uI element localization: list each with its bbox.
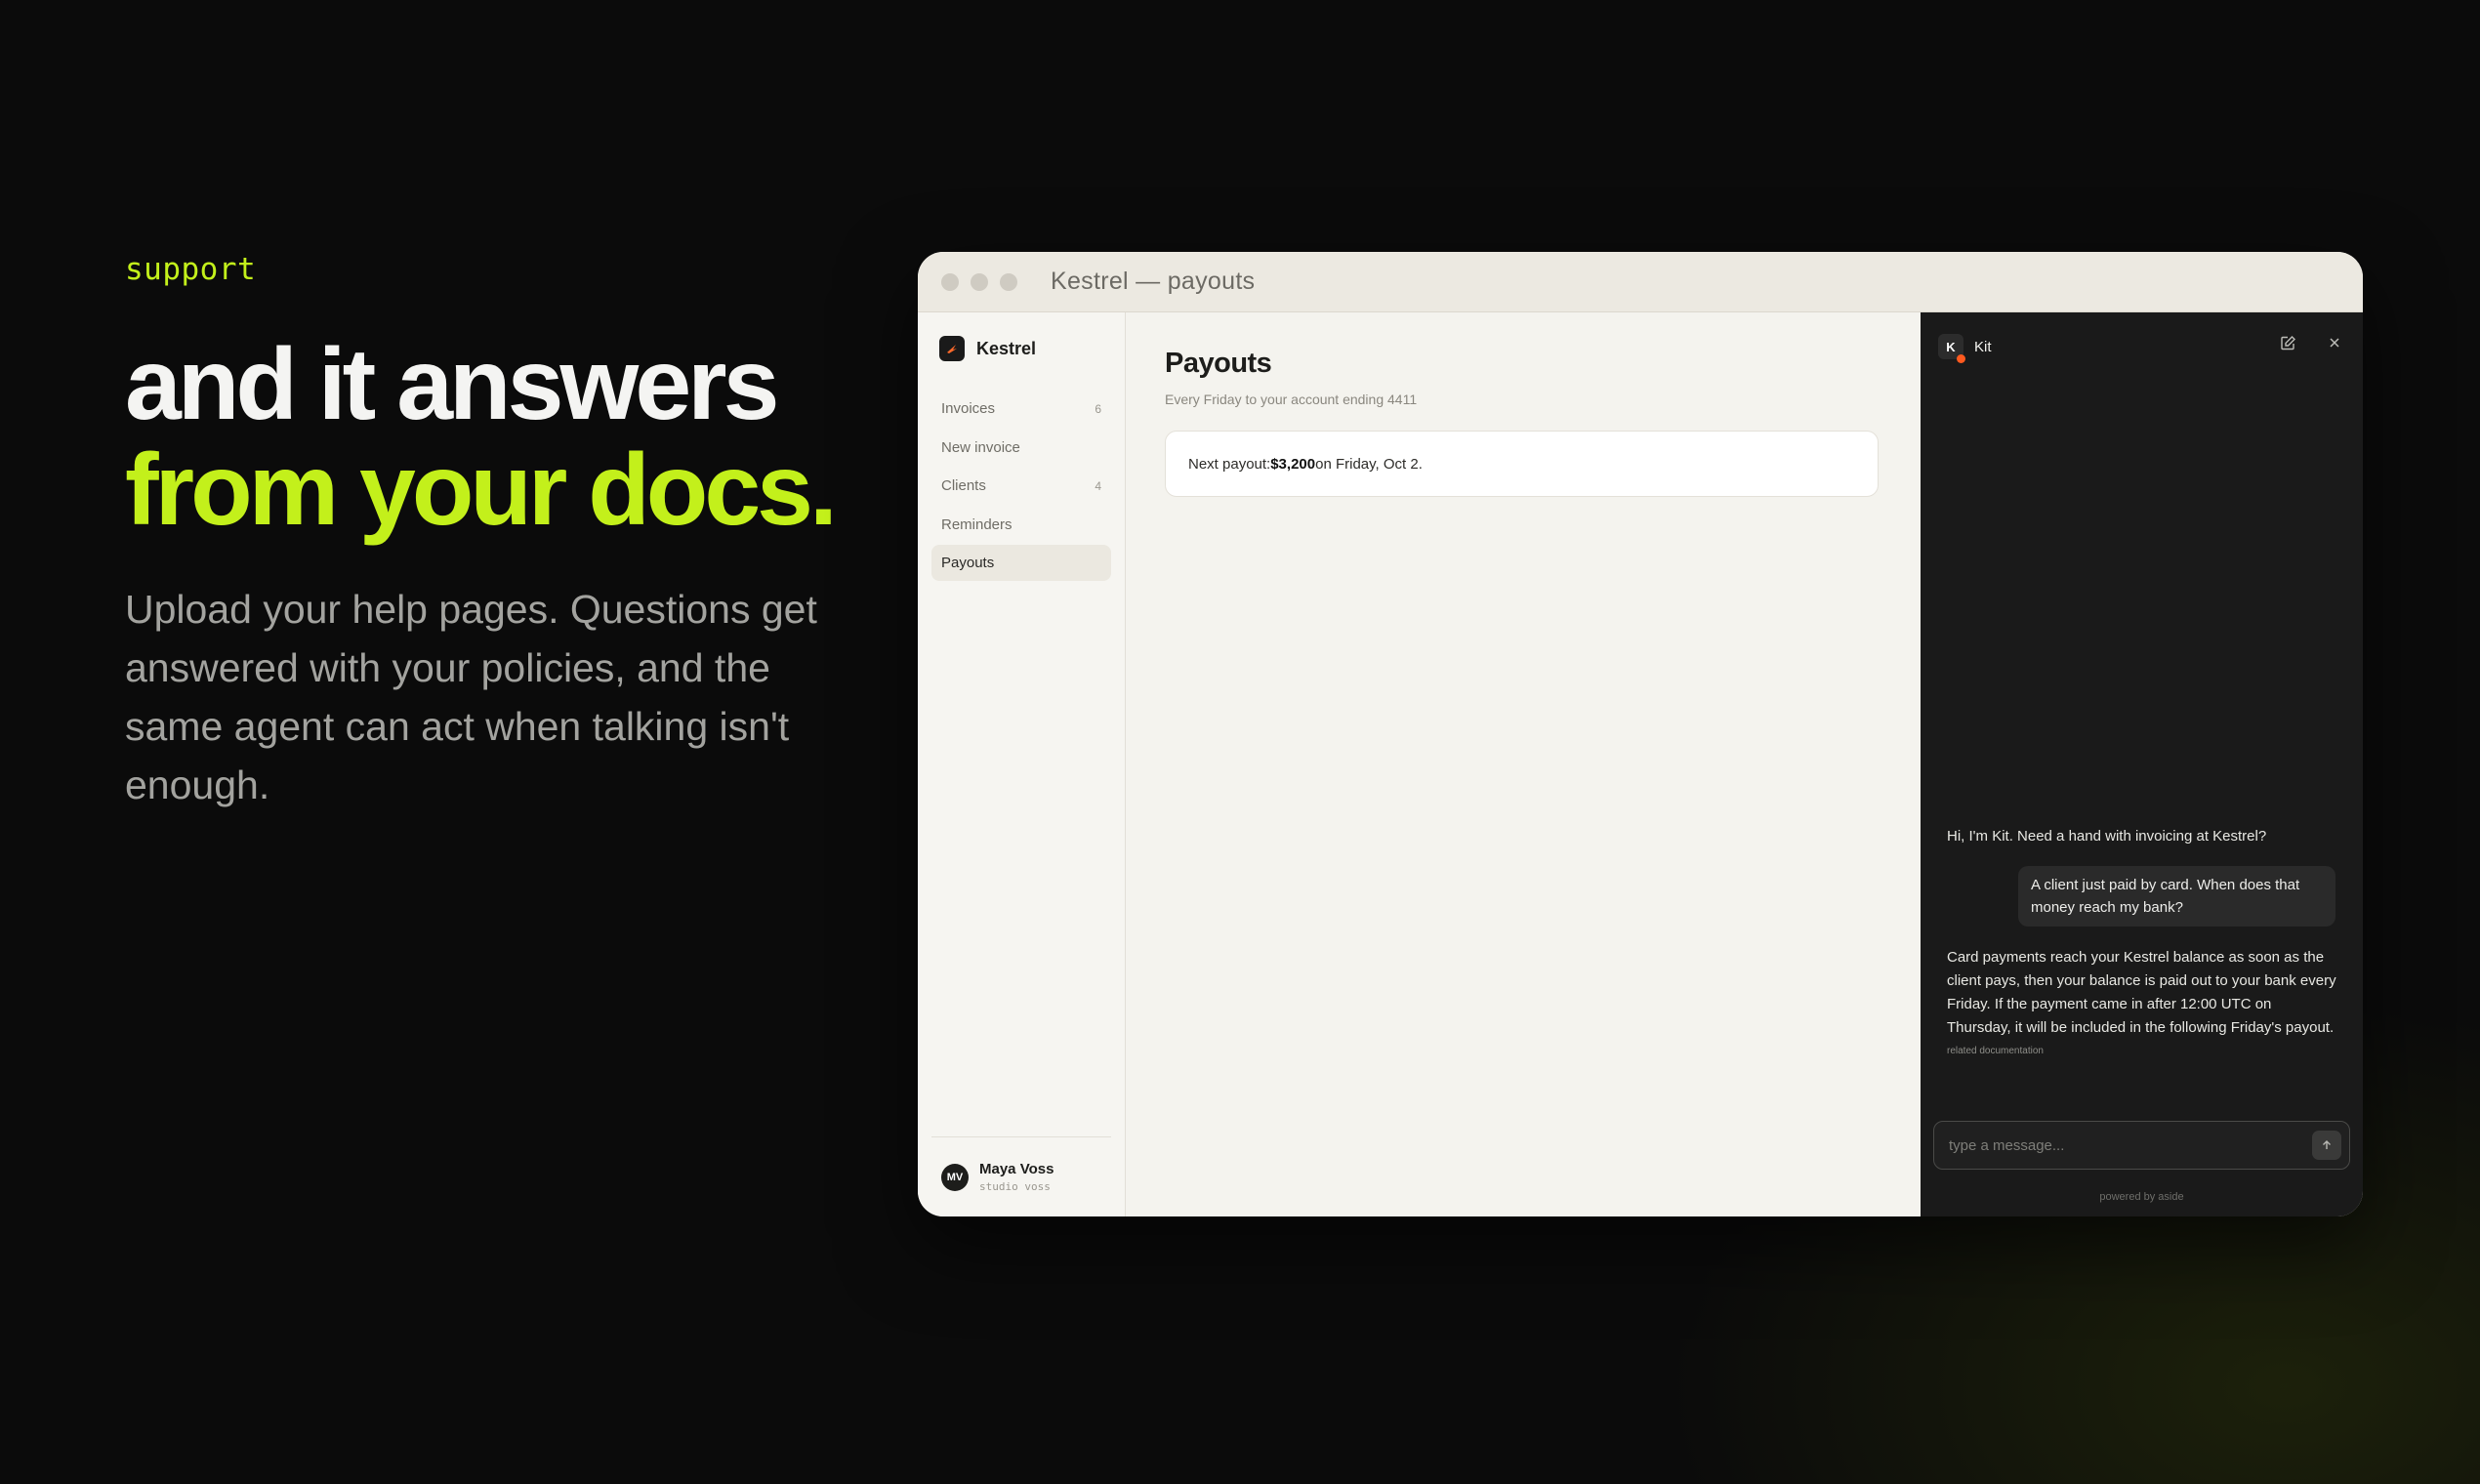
main-content: Payouts Every Friday to your account end… — [1126, 312, 1921, 1216]
assistant-message: Hi, I'm Kit. Need a hand with invoicing … — [1947, 828, 2267, 845]
message-composer — [1933, 1121, 2350, 1170]
app-window: Kestrel — payouts Kestrel Invoices 6 New — [918, 252, 2363, 1216]
agent-avatar: K — [1938, 334, 1965, 363]
page-title: Payouts — [1165, 348, 1272, 379]
window-title: Kestrel — payouts — [1051, 268, 1256, 295]
headline: and it answers from your docs. — [125, 332, 867, 543]
sidebar-item-label: Invoices — [941, 400, 996, 417]
sidebar-item-invoices[interactable]: Invoices 6 — [931, 391, 1111, 427]
sidebar: Kestrel Invoices 6 New invoice Clients 4 — [918, 312, 1126, 1216]
next-payout-amount: $3,200 — [1270, 455, 1316, 473]
hero-section: support and it answers from your docs. U… — [125, 252, 867, 814]
agent-name: Kit — [1974, 338, 1992, 355]
window-zoom-dot[interactable] — [1000, 272, 1017, 291]
user-text: Maya Voss studio voss — [979, 1161, 1054, 1193]
sidebar-item-label: Payouts — [941, 555, 995, 571]
edit-icon[interactable] — [2277, 332, 2298, 353]
sidebar-item-label: New invoice — [941, 438, 1020, 456]
chat-header-actions — [2277, 332, 2345, 353]
sidebar-item-payouts[interactable]: Payouts — [931, 545, 1111, 581]
close-icon[interactable] — [2324, 332, 2345, 353]
sidebar-item-new-invoice[interactable]: New invoice — [931, 430, 1111, 466]
window-body: Kestrel Invoices 6 New invoice Clients 4 — [918, 312, 2363, 1216]
next-payout-prefix: Next payout: — [1188, 455, 1271, 473]
user-profile[interactable]: MV Maya Voss studio voss — [931, 1136, 1111, 1216]
arrow-up-icon — [2323, 1140, 2331, 1149]
sidebar-item-label: Clients — [941, 477, 986, 494]
user-message: A client just paid by card. When does th… — [2018, 866, 2335, 927]
chat-messages: Hi, I'm Kit. Need a hand with invoicing … — [1947, 825, 2336, 1056]
sidebar-item-count: 4 — [1095, 478, 1101, 493]
brand[interactable]: Kestrel — [918, 312, 1125, 361]
page-subtitle: Every Friday to your account ending 4411 — [1165, 392, 1418, 407]
avatar: MV — [941, 1163, 969, 1191]
kestrel-logo-icon — [939, 336, 965, 361]
window-minimize-dot[interactable] — [971, 272, 988, 291]
sidebar-item-reminders[interactable]: Reminders — [931, 507, 1111, 543]
chat-panel: K Kit Hi, I'm Kit. Need a hand with invo… — [1921, 312, 2363, 1216]
sidebar-item-count: 6 — [1095, 401, 1101, 416]
hero-description: Upload your help pages. Questions get an… — [125, 587, 817, 807]
next-payout-card: Next payout: $3,200 on Friday, Oct 2. — [1165, 431, 1879, 497]
page: support and it answers from your docs. U… — [0, 0, 2480, 1484]
sidebar-nav: Invoices 6 New invoice Clients 4 Reminde… — [918, 391, 1125, 581]
next-payout-suffix: on Friday, Oct 2. — [1315, 455, 1423, 473]
window-titlebar: Kestrel — payouts — [918, 252, 2363, 312]
brand-name: Kestrel — [976, 338, 1037, 358]
related-documentation-link[interactable]: related documentation — [1947, 1046, 2336, 1056]
headline-line-2: from your docs. — [125, 433, 838, 547]
window-close-dot[interactable] — [941, 272, 959, 291]
assistant-message: Card payments reach your Kestrel balance… — [1947, 949, 2336, 1036]
headline-line-1: and it answers — [125, 328, 779, 441]
sidebar-item-label: Reminders — [941, 515, 1013, 533]
message-input[interactable] — [1949, 1136, 2312, 1154]
user-studio: studio voss — [979, 1180, 1051, 1193]
send-button[interactable] — [2312, 1131, 2341, 1160]
status-dot-icon — [1957, 354, 1965, 363]
agent-initial: K — [1946, 339, 1956, 354]
eyebrow-label: support — [125, 252, 257, 287]
sidebar-item-clients[interactable]: Clients 4 — [931, 468, 1111, 504]
user-name: Maya Voss — [979, 1161, 1054, 1177]
powered-by-label: powered by aside — [2099, 1191, 2184, 1203]
